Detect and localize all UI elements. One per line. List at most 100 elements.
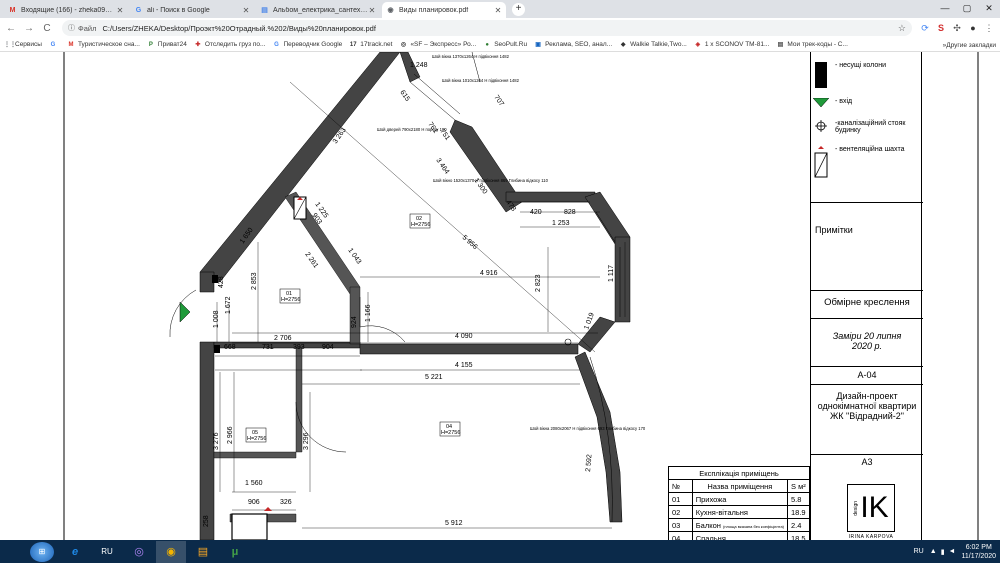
volume-icon[interactable]: ◄	[949, 548, 956, 555]
extension-s-icon[interactable]: S	[934, 23, 948, 33]
close-icon[interactable]: ✕	[494, 6, 502, 15]
dim-label: 828	[564, 209, 576, 216]
tab-gmail[interactable]: M Входящие (166) - zheka093@gm ✕	[4, 2, 128, 18]
other-bookmarks[interactable]: » Другие закладки	[938, 38, 996, 51]
room-area-cell: 18.5	[787, 531, 810, 540]
bookmark-item[interactable]: ◎ «SF – Экспресс» Ро...	[399, 41, 476, 49]
google-icon: G	[135, 6, 142, 14]
url-text[interactable]: C:/Users/ZHEKA/Desktop/Проэкт%20Отрадный…	[102, 24, 375, 33]
tab-google-search[interactable]: G ali - Поиск в Google ✕	[130, 2, 254, 18]
chrome-icon[interactable]: ◉	[156, 540, 186, 563]
clock[interactable]: 6:02 PM 11/17/2020	[961, 543, 996, 561]
window-note: Шой вікна 1010х1264 Н підвіконня 1482	[442, 78, 520, 83]
star-icon[interactable]: ☆	[898, 23, 906, 34]
dim-label: 393	[293, 344, 305, 351]
puzzle-icon[interactable]: ✣	[950, 23, 964, 34]
bookmark-item[interactable]: P Приват24	[147, 41, 187, 49]
address-bar[interactable]: ⓘ Файл C:/Users/ZHEKA/Desktop/Проэкт%20О…	[62, 20, 912, 36]
dim-label: 326	[280, 499, 292, 506]
start-button[interactable]: ⊞	[30, 541, 54, 562]
bookmark-item[interactable]: ▣ Реклама, SEO, анал...	[534, 41, 612, 49]
crosshair-icon	[815, 120, 827, 132]
dim-label: 4 916	[480, 270, 498, 277]
dim-label: 420	[530, 209, 542, 216]
tray-arrow-icon[interactable]: ▲	[930, 548, 937, 555]
info-icon[interactable]: ⓘ	[68, 23, 75, 33]
new-tab-button[interactable]: +	[512, 3, 525, 16]
legend-item-vent: - вентеляційна шахта	[813, 146, 904, 178]
folder-icon[interactable]: ▤	[188, 541, 218, 563]
tab-strip: M Входящие (166) - zheka093@gm ✕ G ali -…	[0, 0, 1000, 18]
bookmark-item[interactable]: ✚ Отследить груз по...	[194, 41, 265, 49]
dim-label: 5 956	[461, 234, 479, 251]
utorrent-icon[interactable]: μ	[220, 541, 250, 563]
bookmark-item[interactable]: ⋮⋮ Сервисы	[4, 41, 42, 49]
exterior-walls	[199, 52, 631, 540]
pdf-viewer[interactable]: 3 263 4 916 2 823 5 956 4 090 4 155 5 22…	[0, 52, 1000, 540]
bookmark-label: Реклама, SEO, анал...	[545, 41, 613, 48]
bookmark-label: Сервисы	[15, 41, 42, 48]
toolbar: ← → C ⓘ Файл C:/Users/ZHEKA/Desktop/Проэ…	[0, 18, 1000, 38]
dim-label: 5 221	[425, 374, 443, 381]
entrance-icon	[813, 98, 829, 108]
close-icon[interactable]: ✕	[116, 6, 124, 15]
bookmark-icon: ▤	[777, 41, 784, 48]
translate-icon[interactable]: ⟳	[918, 23, 932, 34]
dim-label: 4 155	[455, 362, 473, 369]
reload-button[interactable]: C	[40, 23, 54, 34]
bookmark-item[interactable]: ● SeoPult.Ru	[483, 41, 527, 49]
clock-date: 11/17/2020	[961, 552, 996, 560]
network-icon[interactable]: ▮	[941, 548, 945, 556]
bookmark-item[interactable]: ▤ Мои трек-коды - С...	[776, 41, 848, 49]
close-window-button[interactable]: ✕	[978, 0, 1000, 16]
forward-button[interactable]: →	[22, 23, 36, 34]
tab-album[interactable]: ▤ Альбом_електрика_сантехніка_ ✕	[256, 2, 380, 18]
room-height: H=2756	[441, 430, 460, 436]
table-title: Експлікація приміщень	[668, 466, 810, 480]
dim-label: 731	[262, 344, 274, 351]
menu-icon[interactable]: ⋮	[982, 23, 996, 34]
close-icon[interactable]: ✕	[368, 6, 376, 15]
back-button[interactable]: ←	[4, 23, 18, 34]
table-row: 03 Балкон (площа вказана без коефіцієнта…	[668, 518, 810, 532]
minimize-button[interactable]: —	[934, 0, 956, 16]
room-num-cell: 04	[668, 531, 693, 540]
window-note: Шой вікно 1520х1370 Н підвіконня 869 Гли…	[433, 178, 549, 183]
room-area-cell: 5.8	[787, 492, 810, 506]
avatar[interactable]: ●	[966, 23, 980, 33]
bookmark-label: 17track.net	[360, 41, 393, 48]
bookmark-item[interactable]: G Переводчик Google	[272, 41, 342, 49]
maximize-button[interactable]: ▢	[956, 0, 978, 16]
language-icon[interactable]: RU	[92, 541, 122, 563]
dim-label: 4 090	[455, 333, 473, 340]
column-icon	[212, 275, 218, 283]
close-icon[interactable]: ✕	[242, 6, 250, 15]
language-indicator[interactable]: RU	[914, 548, 924, 555]
bookmark-item[interactable]: ◈ 1 x SCONOV TM-81...	[694, 41, 770, 49]
bookmark-item[interactable]: M Туристическое сна...	[67, 41, 139, 49]
bookmark-item[interactable]: G	[49, 41, 60, 49]
project-title: Дизайн-проект однокімнатної квартири ЖК …	[811, 384, 923, 454]
ie-icon[interactable]: e	[60, 541, 90, 563]
viber-icon[interactable]: ◎	[124, 541, 154, 563]
bookmark-item[interactable]: 17 17track.net	[349, 41, 393, 49]
dim-label: 1 560	[245, 480, 263, 487]
designer-logo: design IK IRINA KARPOVA	[843, 482, 899, 540]
drawing-title: Обмірне креслення	[811, 290, 923, 318]
bookmark-icon: ◈	[695, 41, 701, 48]
tab-title: Входящие (166) - zheka093@gm	[21, 6, 116, 14]
dim-label: 2 592	[585, 454, 594, 472]
dim-label: 2 261	[303, 251, 319, 269]
tab-pdf[interactable]: ◉ Виды планировок.pdf ✕	[382, 2, 506, 18]
bookmark-icon: ▣	[535, 41, 541, 48]
sheet-format: A3	[811, 454, 923, 470]
bookmark-icon: ⋮⋮	[4, 41, 16, 48]
extensions: ⟳ S ✣ ● ⋮	[916, 23, 996, 34]
dim-label: 3 276	[213, 432, 220, 450]
table-row: 02 Кухня-вітальня 18.9	[668, 505, 810, 519]
column-icon	[815, 62, 827, 88]
bookmark-item[interactable]: ◆ Walkie Talkie,Two...	[619, 41, 687, 49]
bookmark-label: Walkie Talkie,Two...	[630, 41, 687, 48]
ventilation-shaft-icon	[231, 513, 268, 540]
door-note: Шой дверей 790х2180 Н порогу 190	[377, 127, 447, 132]
